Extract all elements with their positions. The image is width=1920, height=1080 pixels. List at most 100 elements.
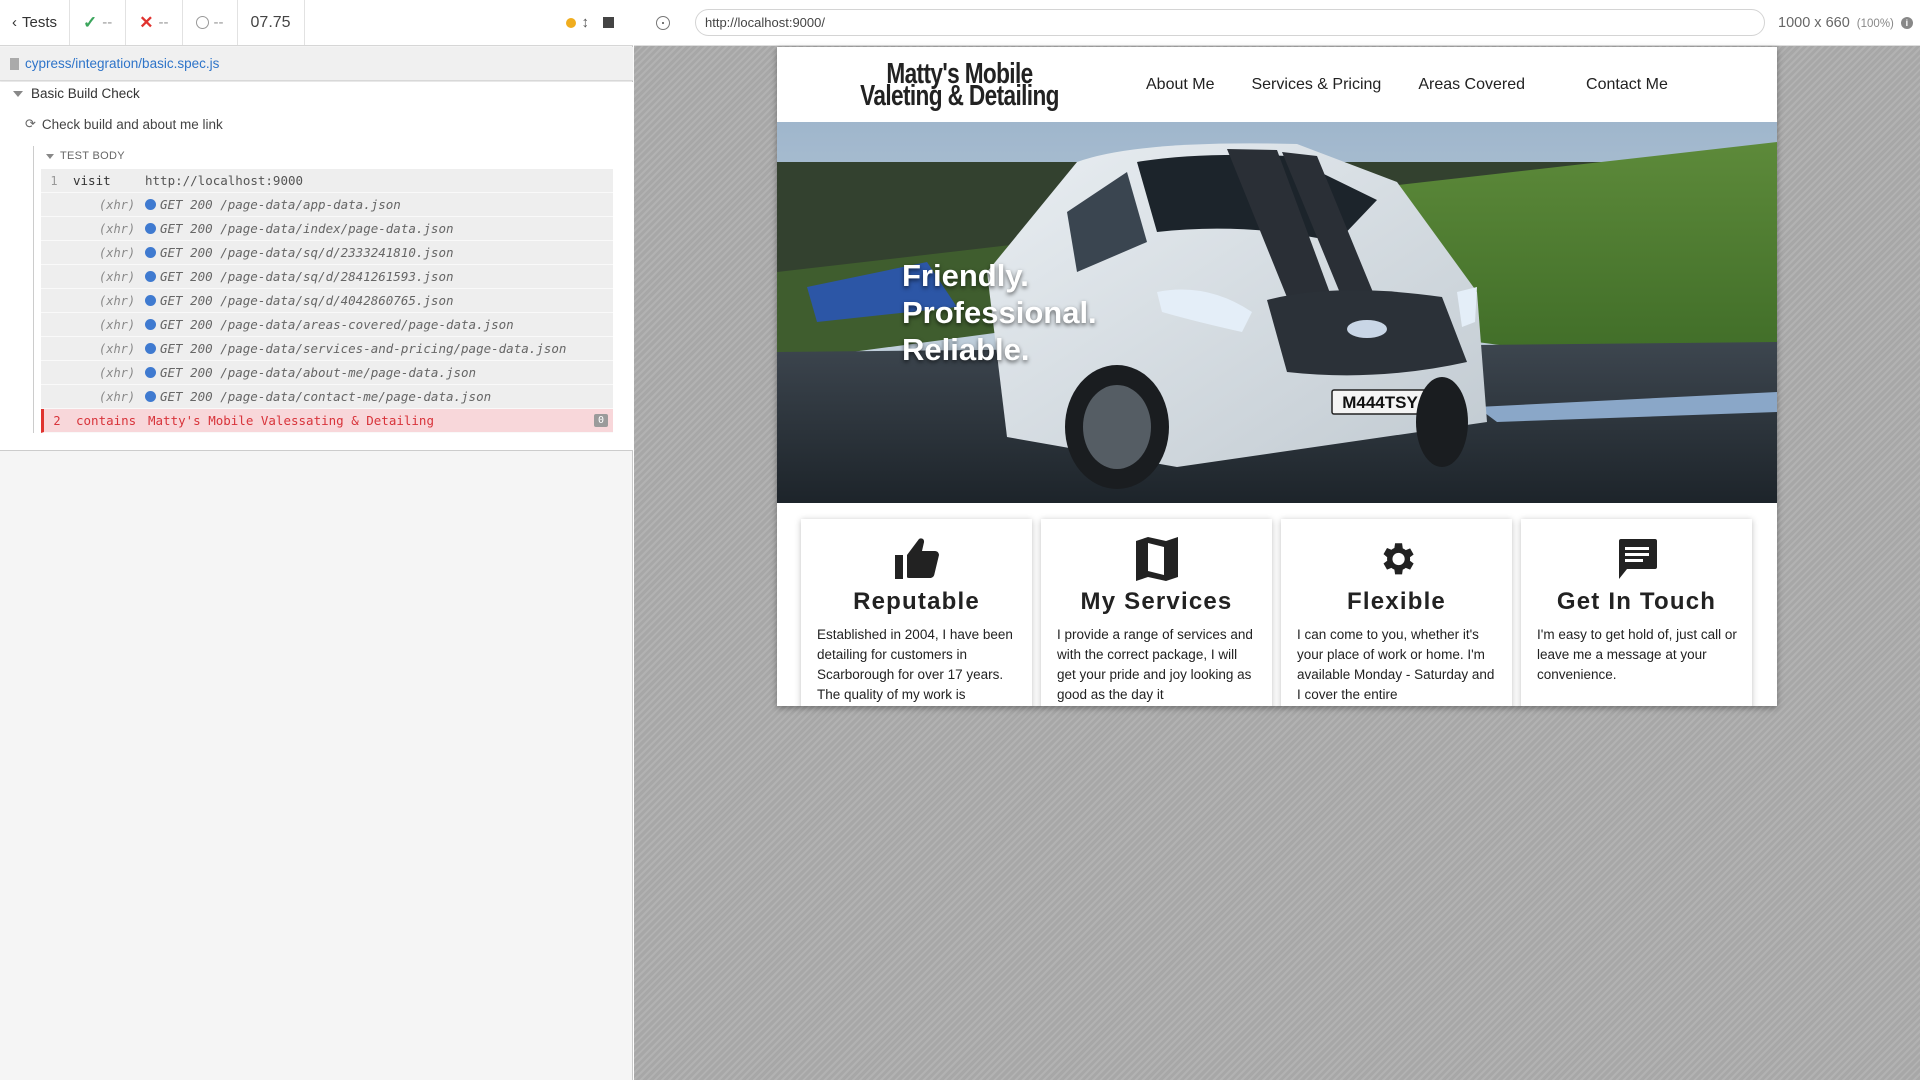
command-name: contains bbox=[76, 413, 137, 428]
auto-scroll-icon[interactable]: ↕ bbox=[582, 14, 590, 31]
command-message: GET 200 /page-data/index/page-data.json bbox=[145, 221, 613, 236]
command-message: GET 200 /page-data/contact-me/page-data.… bbox=[145, 389, 613, 404]
selector-playground-icon[interactable] bbox=[656, 15, 670, 30]
command-message-text: GET 200 /page-data/index/page-data.json bbox=[160, 221, 454, 236]
site-logo[interactable]: Matty's Mobile Valeting & Detailing bbox=[844, 60, 1074, 111]
reporter-panel: ‹ Tests ✓ -- ✕ -- -- 07.75 ↕ cypress/int… bbox=[0, 0, 633, 1080]
xhr-status-dot-icon bbox=[145, 247, 156, 258]
chevron-left-icon: ‹ bbox=[12, 14, 17, 31]
running-indicator-icon bbox=[565, 17, 576, 28]
xhr-status-dot-icon bbox=[145, 295, 156, 306]
command-number: 2 bbox=[53, 413, 61, 428]
command-message-text: GET 200 /page-data/sq/d/2333241810.json bbox=[160, 245, 454, 260]
feature-card-flexible: Flexible I can come to you, whether it's… bbox=[1281, 519, 1512, 706]
command-guide-line bbox=[33, 146, 34, 433]
card-text: I can come to you, whether it's your pla… bbox=[1297, 627, 1495, 702]
check-icon: ✓ bbox=[83, 12, 98, 32]
xhr-status-dot-icon bbox=[145, 319, 156, 330]
command-row[interactable]: (xhr) GET 200 /page-data/contact-me/page-… bbox=[41, 385, 613, 409]
command-name: visit bbox=[73, 173, 111, 188]
xhr-status-dot-icon bbox=[145, 271, 156, 282]
info-icon[interactable]: i bbox=[1900, 16, 1913, 29]
command-message: GET 200 /page-data/sq/d/4042860765.json bbox=[145, 293, 613, 308]
command-message: http://localhost:9000 bbox=[145, 173, 304, 188]
command-row[interactable]: (xhr) GET 200 /page-data/about-me/page-da… bbox=[41, 361, 613, 385]
xhr-status-dot-icon bbox=[145, 223, 156, 234]
circle-icon bbox=[195, 16, 209, 29]
xhr-status-dot-icon bbox=[145, 367, 156, 378]
thumbs-up-icon bbox=[801, 537, 1032, 581]
card-title: Flexible bbox=[1347, 588, 1446, 615]
xhr-status-dot-icon bbox=[145, 391, 156, 402]
nav-about-me[interactable]: About Me bbox=[1146, 76, 1214, 94]
card-title: Get In Touch bbox=[1556, 588, 1717, 615]
spec-file-bar: cypress/integration/basic.spec.js bbox=[0, 47, 633, 81]
command-message: GET 200 /page-data/sq/d/2333241810.json bbox=[145, 245, 613, 260]
command-row[interactable]: (xhr) GET 200 /page-data/services-and-pri… bbox=[41, 337, 613, 361]
command-row[interactable]: (xhr) GET 200 /page-data/sq/d/4042860765.… bbox=[41, 289, 613, 313]
command-message-text: GET 200 /page-data/sq/d/4042860765.json bbox=[160, 293, 454, 308]
command-message-text: GET 200 /page-data/areas-covered/page-da… bbox=[160, 317, 514, 332]
duration: 07.75 bbox=[238, 0, 305, 45]
command-message: GET 200 /page-data/sq/d/2841261593.json bbox=[145, 269, 613, 284]
command-log: 1 visit http://localhost:9000 (xhr) GET 200 … bbox=[41, 169, 613, 433]
spec-file-link[interactable]: cypress/integration/basic.spec.js bbox=[25, 56, 219, 71]
caret-down-icon bbox=[46, 153, 54, 159]
command-message: Matty's Mobile Valessating & Detailing bbox=[148, 413, 434, 428]
aut-header: http://localhost:9000/ 1000 x 660 (100%)… bbox=[634, 0, 1920, 46]
tests-back-button[interactable]: ‹ Tests bbox=[0, 0, 71, 45]
feature-card-contact: Get In Touch I'm easy to get hold of, ju… bbox=[1521, 519, 1752, 706]
command-number: 1 bbox=[50, 173, 58, 188]
viewport-size: 1000 x 660 (100%) bbox=[1778, 14, 1894, 31]
command-message-text: GET 200 /page-data/app-data.json bbox=[160, 197, 401, 212]
failed-count: ✕ -- bbox=[126, 0, 183, 45]
hero-tagline: Friendly. Professional. Reliable. bbox=[902, 258, 1097, 367]
stats-bar: ‹ Tests ✓ -- ✕ -- -- 07.75 ↕ bbox=[0, 0, 633, 46]
card-text: I'm easy to get hold of, just call or le… bbox=[1537, 627, 1737, 682]
file-icon bbox=[10, 57, 19, 70]
van-plate: M444TSY bbox=[1342, 393, 1418, 412]
map-icon bbox=[1041, 537, 1272, 581]
command-row[interactable]: (xhr) GET 200 /page-data/sq/d/2333241810.… bbox=[41, 241, 613, 265]
command-message: GET 200 /page-data/services-and-pricing/… bbox=[145, 341, 613, 356]
command-message-text: GET 200 /page-data/sq/d/2841261593.json bbox=[160, 269, 454, 284]
card-title: Reputable bbox=[853, 588, 980, 615]
feature-card-reputable: Reputable Established in 2004, I have be… bbox=[801, 519, 1032, 706]
refresh-icon: ⟳ bbox=[25, 116, 36, 131]
suite-title[interactable]: Basic Build Check bbox=[13, 86, 140, 101]
command-row[interactable]: 2 contains Matty's Mobile Valessating & De… bbox=[41, 409, 613, 433]
feature-card-services: My Services I provide a range of service… bbox=[1041, 519, 1272, 706]
command-row[interactable]: (xhr) GET 200 /page-data/areas-covered/pa… bbox=[41, 313, 613, 337]
xhr-status-dot-icon bbox=[145, 199, 156, 210]
command-row[interactable]: (xhr) GET 200 /page-data/sq/d/2841261593.… bbox=[41, 265, 613, 289]
command-message-text: GET 200 /page-data/contact-me/page-data.… bbox=[160, 389, 492, 404]
command-row[interactable]: (xhr) GET 200 /page-data/app-data.json bbox=[41, 193, 613, 217]
nav-areas-covered[interactable]: Areas Covered bbox=[1418, 76, 1525, 94]
url-field[interactable]: http://localhost:9000/ bbox=[695, 9, 1765, 36]
nav-contact-me[interactable]: Contact Me bbox=[1586, 76, 1668, 94]
x-icon: ✕ bbox=[139, 12, 154, 32]
pending-count: -- bbox=[183, 0, 238, 45]
card-title: My Services bbox=[1080, 588, 1233, 615]
command-message: GET 200 /page-data/about-me/page-data.js… bbox=[145, 365, 613, 380]
chat-icon bbox=[1521, 537, 1752, 581]
stop-button[interactable] bbox=[603, 17, 614, 28]
card-text: I provide a range of services and with t… bbox=[1057, 627, 1253, 702]
caret-down-icon bbox=[13, 90, 23, 97]
command-count-badge: 0 bbox=[593, 414, 608, 427]
run-controls: ↕ bbox=[565, 0, 634, 45]
passed-count: ✓ -- bbox=[70, 0, 127, 45]
card-text: Established in 2004, I have been detaili… bbox=[817, 627, 1013, 702]
command-row[interactable]: (xhr) GET 200 /page-data/index/page-data.… bbox=[41, 217, 613, 241]
command-message-text: GET 200 /page-data/about-me/page-data.js… bbox=[160, 365, 477, 380]
command-message-text: GET 200 /page-data/services-and-pricing/… bbox=[160, 341, 567, 356]
test-body-heading[interactable]: TEST BODY bbox=[46, 150, 125, 162]
command-row[interactable]: 1 visit http://localhost:9000 bbox=[41, 169, 613, 193]
nav-services-pricing[interactable]: Services & Pricing bbox=[1251, 76, 1381, 94]
hero-banner: M444TSY Friendly. Professional. Reliable… bbox=[777, 122, 1777, 503]
test-title[interactable]: ⟳ Check build and about me link bbox=[25, 116, 223, 132]
site-header: Matty's Mobile Valeting & Detailing Abou… bbox=[777, 47, 1777, 122]
site-nav: About Me Services & Pricing Areas Covere… bbox=[1146, 47, 1705, 122]
command-message: GET 200 /page-data/areas-covered/page-da… bbox=[145, 317, 613, 332]
tests-label: Tests bbox=[22, 14, 58, 31]
